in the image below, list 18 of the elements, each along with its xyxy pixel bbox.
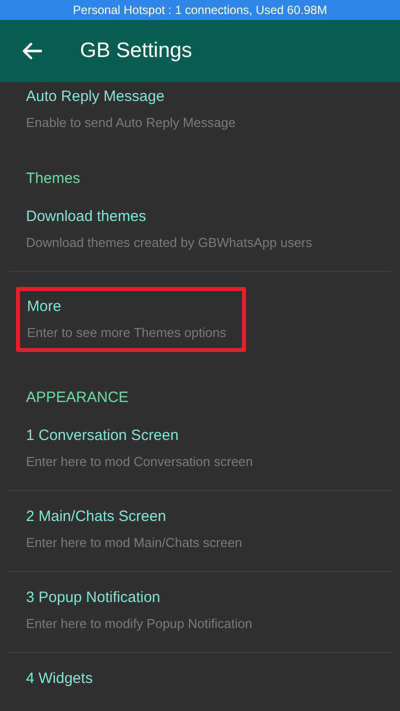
setting-description: Enter here to mod Main/Chats screen [26,534,244,552]
setting-description: Enable to send Auto Reply Message [26,114,237,132]
screen-title: GB Settings [80,38,192,64]
setting-description: Enter here to modify Popup Notification [26,615,254,633]
setting-title[interactable]: 3 Popup Notification [26,587,374,609]
back-arrow-icon [22,42,42,60]
setting-title[interactable]: 4 Widgets [26,668,374,690]
section-header: APPEARANCE [25,388,130,408]
setting-title[interactable]: 2 Main/Chats Screen [26,506,374,528]
setting-description: Download themes created by GBWhatsApp users [26,234,314,252]
setting-title[interactable]: Download themes [26,206,374,228]
section-header: Themes [25,169,82,189]
status-text: Personal Hotspot : 1 connections, Used 60.98M [72,3,328,17]
setting-description: Enter here to mod Conversation screen [26,453,254,471]
setting-title[interactable]: More [27,296,235,318]
setting-title[interactable]: Auto Reply Message [26,86,374,108]
setting-description: Enter to see more Themes options [27,324,228,342]
setting-title[interactable]: 1 Conversation Screen [26,425,374,447]
